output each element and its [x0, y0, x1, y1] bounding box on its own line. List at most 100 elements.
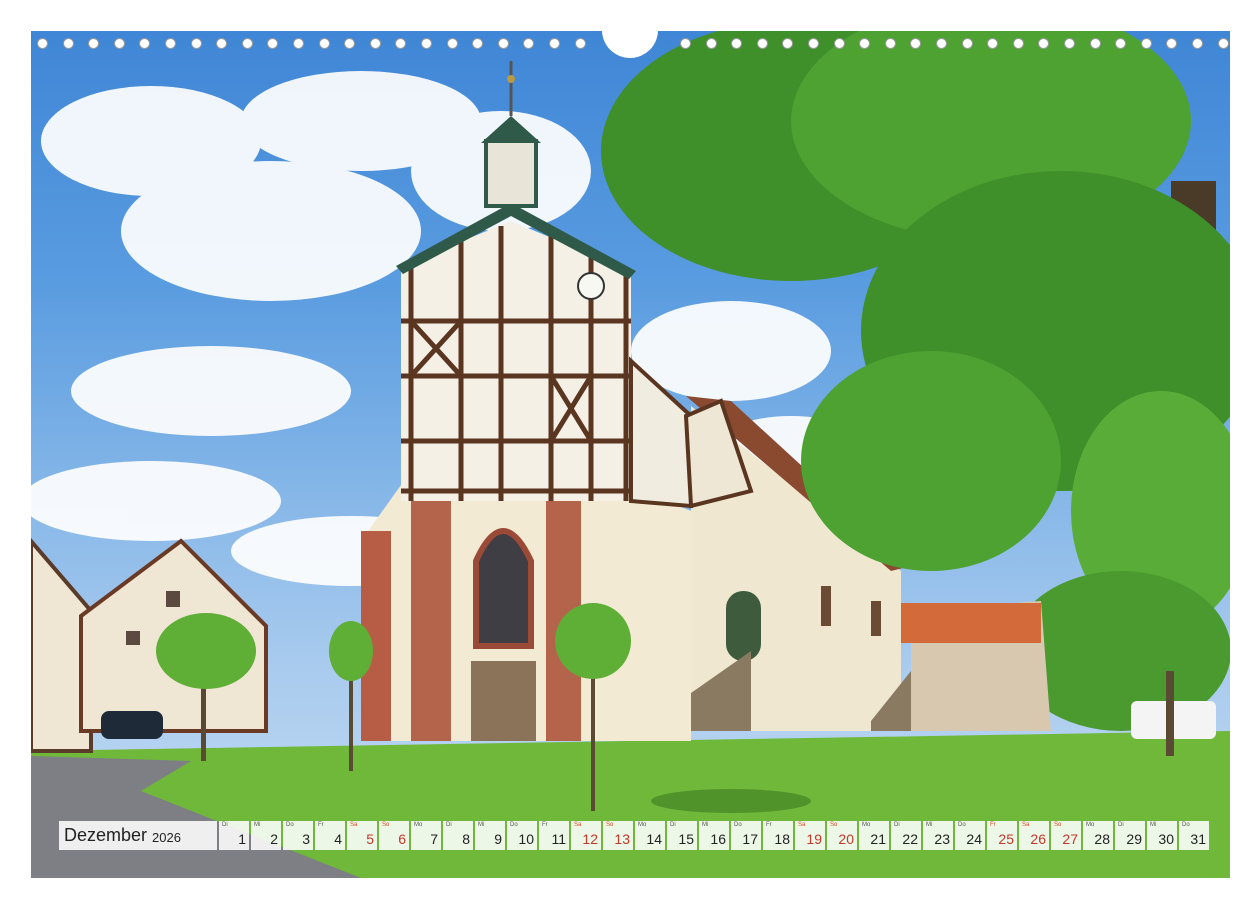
binding-ring: [191, 38, 202, 49]
binding-ring: [987, 38, 998, 49]
day-of-week: Di: [670, 822, 676, 828]
day-cell: Fr 4: [315, 821, 345, 850]
binding-ring: [859, 38, 870, 49]
day-number: 4: [334, 831, 342, 847]
binding-ring: [139, 38, 150, 49]
day-number: 17: [742, 831, 758, 847]
binding-ring: [63, 38, 74, 49]
day-number: 29: [1126, 831, 1142, 847]
day-number: 18: [774, 831, 790, 847]
day-cell: Do 31: [1179, 821, 1209, 850]
day-of-week: So: [1054, 822, 1062, 828]
binding-ring: [575, 38, 586, 49]
day-of-week: Mo: [638, 822, 647, 828]
day-of-week: Mi: [254, 822, 261, 828]
calendar-strip: Dezember 2026 Di 1 Mi 2 Do 3 Fr 4 Sa 5 So 6 Mo 7 Di 8 Mi…: [59, 821, 1209, 850]
binding-ring: [1090, 38, 1101, 49]
church-scene: [31, 31, 1230, 878]
day-of-week: Sa: [574, 822, 582, 828]
day-number: 25: [998, 831, 1014, 847]
day-cell: Mo 28: [1083, 821, 1113, 850]
day-of-week: Do: [734, 822, 742, 828]
day-cell: Di 29: [1115, 821, 1145, 850]
month-name: Dezember: [64, 825, 148, 845]
month-year: 2026: [152, 829, 181, 845]
day-number: 28: [1094, 831, 1110, 847]
day-cell: Do 10: [507, 821, 537, 850]
day-number: 14: [646, 831, 662, 847]
binding-ring: [88, 38, 99, 49]
binding-ring: [549, 38, 560, 49]
day-of-week: Sa: [798, 822, 806, 828]
binding-ring: [344, 38, 355, 49]
day-of-week: Mi: [1150, 822, 1157, 828]
day-cell: Mo 14: [635, 821, 665, 850]
day-number: 15: [678, 831, 694, 847]
day-of-week: Mo: [1086, 822, 1095, 828]
day-of-week: Mo: [862, 822, 871, 828]
day-cell: Di 22: [891, 821, 921, 850]
day-cell: So 6: [379, 821, 409, 850]
binding-ring: [731, 38, 742, 49]
day-cell: Di 8: [443, 821, 473, 850]
binding-ring: [1141, 38, 1152, 49]
binding-ring: [885, 38, 896, 49]
day-number: 30: [1158, 831, 1174, 847]
binding-ring: [936, 38, 947, 49]
binding-ring: [1166, 38, 1177, 49]
binding-ring: [1218, 38, 1229, 49]
binding-ring: [319, 38, 330, 49]
binding-ring: [757, 38, 768, 49]
day-cell: Fr 11: [539, 821, 569, 850]
binding-ring: [1115, 38, 1126, 49]
binding-ring: [910, 38, 921, 49]
day-cell: Di 1: [219, 821, 249, 850]
day-cell: Mi 30: [1147, 821, 1177, 850]
day-cell: Di 15: [667, 821, 697, 850]
day-number: 1: [238, 831, 246, 847]
day-cell: Sa 12: [571, 821, 601, 850]
binding-ring: [962, 38, 973, 49]
day-cell: Mo 7: [411, 821, 441, 850]
binding-ring: [395, 38, 406, 49]
day-number: 31: [1190, 831, 1206, 847]
binding-ring: [267, 38, 278, 49]
day-of-week: Mo: [414, 822, 423, 828]
binding-ring: [782, 38, 793, 49]
day-number: 11: [551, 831, 566, 847]
day-of-week: Fr: [990, 822, 996, 828]
day-number: 23: [934, 831, 950, 847]
binding-ring: [834, 38, 845, 49]
binding-ring: [706, 38, 717, 49]
day-cell: Mi 23: [923, 821, 953, 850]
day-cell: Mi 9: [475, 821, 505, 850]
day-of-week: Do: [286, 822, 294, 828]
binding-ring: [1064, 38, 1075, 49]
binding-ring: [472, 38, 483, 49]
binding-ring: [447, 38, 458, 49]
day-cell: Fr 18: [763, 821, 793, 850]
day-number: 19: [806, 831, 822, 847]
binding-ring: [370, 38, 381, 49]
ring-binding: [0, 0, 1260, 58]
binding-ring: [1013, 38, 1024, 49]
day-number: 7: [430, 831, 438, 847]
day-number: 20: [838, 831, 854, 847]
day-of-week: Di: [222, 822, 228, 828]
calendar-photo: [31, 31, 1230, 878]
day-number: 21: [870, 831, 886, 847]
binding-ring: [1192, 38, 1203, 49]
day-cell: Do 17: [731, 821, 761, 850]
day-number: 2: [270, 831, 278, 847]
day-cell: So 20: [827, 821, 857, 850]
day-number: 13: [614, 831, 630, 847]
day-number: 9: [494, 831, 502, 847]
day-of-week: Fr: [318, 822, 324, 828]
day-of-week: Mi: [478, 822, 485, 828]
church-base: [361, 471, 691, 741]
binding-ring: [114, 38, 125, 49]
binding-ring: [242, 38, 253, 49]
day-cell: Sa 5: [347, 821, 377, 850]
day-cell: Mi 2: [251, 821, 281, 850]
day-cell: Do 24: [955, 821, 985, 850]
